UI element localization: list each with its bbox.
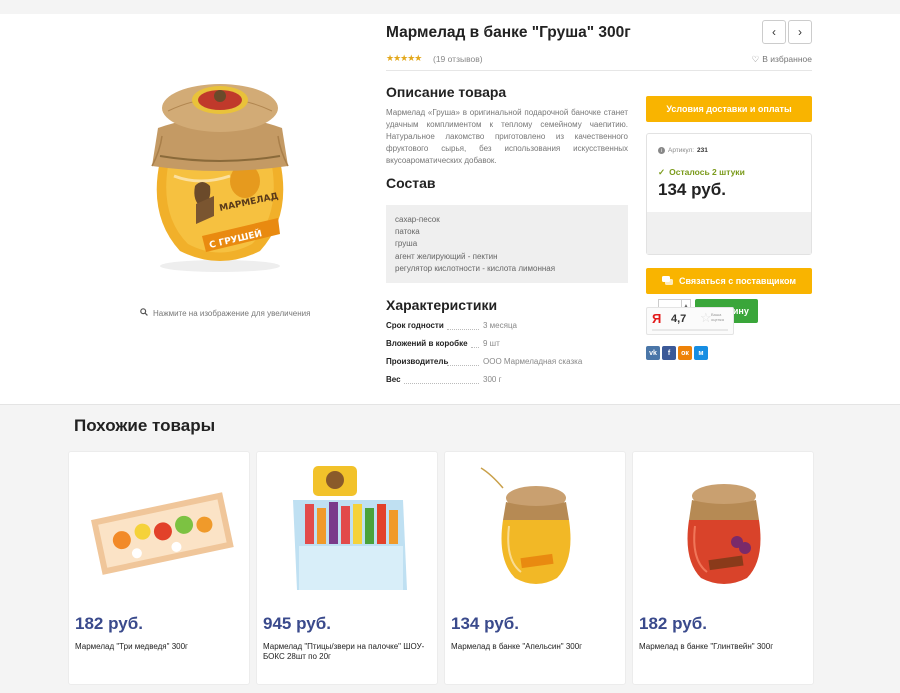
favorites-label: В избранное [762,54,812,64]
dotted-leader [447,329,479,330]
share-buttons: vk f ок м [646,346,708,360]
next-product-button[interactable]: › [788,20,812,44]
yandex-caption: Ваша оценка [711,312,724,322]
contact-supplier-button[interactable]: Связаться с поставщиком [646,268,812,294]
product-card-image[interactable] [445,460,627,600]
article-number: i Артикул: 231 [658,147,708,154]
info-icon: i [658,147,665,154]
mailru-share-icon[interactable]: м [694,346,708,360]
checkmark-icon: ✓ [658,167,666,177]
zoom-hint[interactable]: Нажмите на изображение для увеличения [140,308,310,318]
chevron-right-icon: › [798,25,802,39]
characteristic-row: Вес 300 г [386,375,626,387]
characteristic-row: Вложений в коробке 9 шт [386,339,626,351]
search-icon [140,308,148,318]
composition-box: сахар-песок патока груша агент желирующи… [386,205,628,283]
delivery-terms-label: Условия доставки и оплаты [666,104,792,114]
rating-row: ★★★★★ (19 отзывов) ♡ В избранное [386,53,812,71]
star-icon: ☆ [700,310,712,325]
product-card-image[interactable] [257,460,439,600]
characteristic-value: 9 шт [483,339,500,348]
dotted-leader [447,365,479,366]
product-card-name[interactable]: Мармелад "Три медведя" 300г [75,642,247,652]
characteristic-value: ООО Мармеладная сказка [483,357,583,366]
product-card-image[interactable] [633,460,815,600]
product-card-price: 134 руб. [451,614,519,633]
characteristic-value: 300 г [483,375,502,384]
similar-products-heading: Похожие товары [74,416,216,435]
product-card[interactable]: 134 руб. Мармелад в банке "Апельсин" 300… [444,451,626,685]
product-card[interactable]: 182 руб. Мармелад "Три медведя" 300г [68,451,250,685]
chat-icon [661,275,673,287]
dotted-leader [404,383,479,384]
product-card-price: 182 руб. [75,614,143,633]
odnoklassniki-share-icon[interactable]: ок [678,346,692,360]
dotted-leader [471,347,479,348]
product-card[interactable]: 182 руб. Мармелад в банке "Глинтвейн" 30… [632,451,814,685]
contact-supplier-label: Связаться с поставщиком [678,276,797,286]
description-text: Мармелад «Груша» в оригинальной подарочн… [386,108,628,166]
product-card-name[interactable]: Мармелад в банке "Глинтвейн" 300г [639,642,811,652]
yandex-score: 4,7 [671,313,687,325]
product-title: Мармелад в банке "Груша" 300г [386,24,631,41]
buy-box: i Артикул: 231 ✓ Осталось 2 штуки 134 ру… [646,133,812,323]
zoom-hint-text: Нажмите на изображение для увеличения [153,308,311,318]
reviews-link[interactable]: (19 отзывов) [433,54,483,64]
prev-product-button[interactable]: ‹ [762,20,786,44]
product-card-name[interactable]: Мармелад "Птицы/звери на палочке" ШОУ-БО… [263,642,435,662]
heart-icon: ♡ [751,54,760,64]
composition-item: регулятор кислотности - кислота лимонная [395,263,556,273]
product-price: 134 руб. [658,180,726,199]
add-to-favorites[interactable]: ♡ В избранное [752,54,812,65]
delivery-terms-button[interactable]: Условия доставки и оплаты [646,96,812,122]
product-image[interactable]: МАРМЕЛАД С ГРУШЕЙ [140,66,300,276]
product-card-price: 182 руб. [639,614,707,633]
composition-item: патока [395,227,420,237]
composition-item: сахар-песок [395,215,440,224]
description-heading: Описание товара [386,84,507,100]
yandex-logo: Я [652,311,662,326]
characteristic-label: Вес [386,375,401,384]
vk-share-icon[interactable]: vk [646,346,660,360]
characteristic-label: Производитель [386,357,449,366]
product-card-image[interactable] [69,460,251,600]
product-card[interactable]: 945 руб. Мармелад "Птицы/звери на палочк… [256,451,438,685]
chevron-left-icon: ‹ [772,25,776,39]
top-band [0,0,900,14]
product-section: МАРМЕЛАД С ГРУШЕЙ Нажмите на изображение… [0,14,900,405]
characteristic-label: Срок годности [386,321,444,330]
composition-item: агент желирующий - пектин [395,251,498,261]
buy-box-actions: 1 ▲ ▼ В корзину [647,212,811,323]
composition-heading: Состав [386,175,436,191]
characteristic-row: Производитель ООО Мармеладная сказка [386,357,626,369]
product-card-name[interactable]: Мармелад в банке "Апельсин" 300г [451,642,623,652]
article-value: 231 [697,147,708,154]
characteristic-value: 3 месяца [483,321,517,330]
stock-text: Осталось 2 штуки [669,167,745,177]
facebook-share-icon[interactable]: f [662,346,676,360]
yandex-market-rating[interactable]: Я 4,7 ☆ Ваша оценка [646,307,734,335]
composition-item: груша [395,239,418,249]
characteristic-row: Срок годности 3 месяца [386,321,626,333]
characteristic-label: Вложений в коробке [386,339,468,348]
article-label: Артикул: [668,147,695,154]
product-card-price: 945 руб. [263,614,331,633]
rating-stars: ★★★★★ [386,53,422,63]
yandex-divider [652,329,728,331]
characteristics-heading: Характеристики [386,297,498,313]
stock-status: ✓ Осталось 2 штуки [658,167,745,178]
